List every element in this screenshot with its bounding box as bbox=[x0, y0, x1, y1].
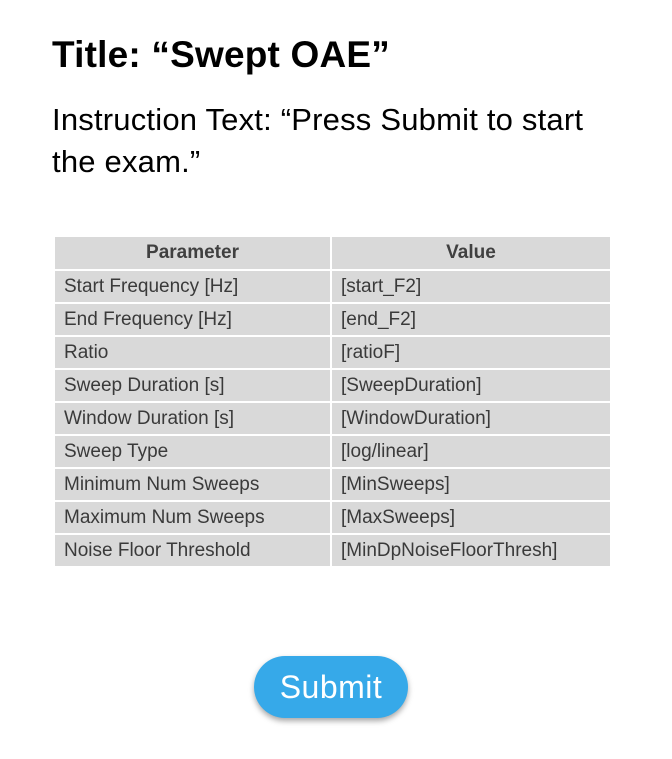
parameter-value-cell: [MinSweeps] bbox=[330, 467, 612, 502]
parameter-name-cell: Sweep Type bbox=[53, 434, 332, 469]
submit-button[interactable]: Submit bbox=[254, 656, 408, 718]
parameter-name-cell: Window Duration [s] bbox=[53, 401, 332, 436]
parameter-name-cell: Start Frequency [Hz] bbox=[53, 269, 332, 304]
instruction-text: Instruction Text: “Press Submit to start… bbox=[52, 102, 584, 179]
table-row: End Frequency [Hz] [end_F2] bbox=[53, 302, 612, 337]
table-row: Ratio [ratioF] bbox=[53, 335, 612, 370]
parameter-name-cell: Minimum Num Sweeps bbox=[53, 467, 332, 502]
parameter-name-cell: Maximum Num Sweeps bbox=[53, 500, 332, 535]
column-header-value: Value bbox=[330, 235, 612, 271]
parameter-value-cell: [WindowDuration] bbox=[330, 401, 612, 436]
table-row: Sweep Type [log/linear] bbox=[53, 434, 612, 469]
parameter-name-cell: Sweep Duration [s] bbox=[53, 368, 332, 403]
parameter-value-cell: [MinDpNoiseFloorThresh] bbox=[330, 533, 612, 568]
table-row: Window Duration [s] [WindowDuration] bbox=[53, 401, 612, 436]
parameter-name-cell: End Frequency [Hz] bbox=[53, 302, 332, 337]
table-row: Sweep Duration [s] [SweepDuration] bbox=[53, 368, 612, 403]
parameter-value-cell: [SweepDuration] bbox=[330, 368, 612, 403]
column-header-parameter: Parameter bbox=[53, 235, 332, 271]
parameter-name-cell: Noise Floor Threshold bbox=[53, 533, 332, 568]
table-row: Maximum Num Sweeps [MaxSweeps] bbox=[53, 500, 612, 535]
page-title: Title: “Swept OAE” bbox=[52, 34, 391, 75]
parameter-table: Parameter Value Start Frequency [Hz] [st… bbox=[53, 235, 612, 568]
parameter-value-cell: [start_F2] bbox=[330, 269, 612, 304]
parameter-value-cell: [MaxSweeps] bbox=[330, 500, 612, 535]
table-row: Start Frequency [Hz] [start_F2] bbox=[53, 269, 612, 304]
table-row: Minimum Num Sweeps [MinSweeps] bbox=[53, 467, 612, 502]
parameter-value-cell: [ratioF] bbox=[330, 335, 612, 370]
parameter-value-cell: [log/linear] bbox=[330, 434, 612, 469]
table-row: Noise Floor Threshold [MinDpNoiseFloorTh… bbox=[53, 533, 612, 568]
table-header-row: Parameter Value bbox=[53, 235, 612, 271]
parameter-value-cell: [end_F2] bbox=[330, 302, 612, 337]
parameter-name-cell: Ratio bbox=[53, 335, 332, 370]
